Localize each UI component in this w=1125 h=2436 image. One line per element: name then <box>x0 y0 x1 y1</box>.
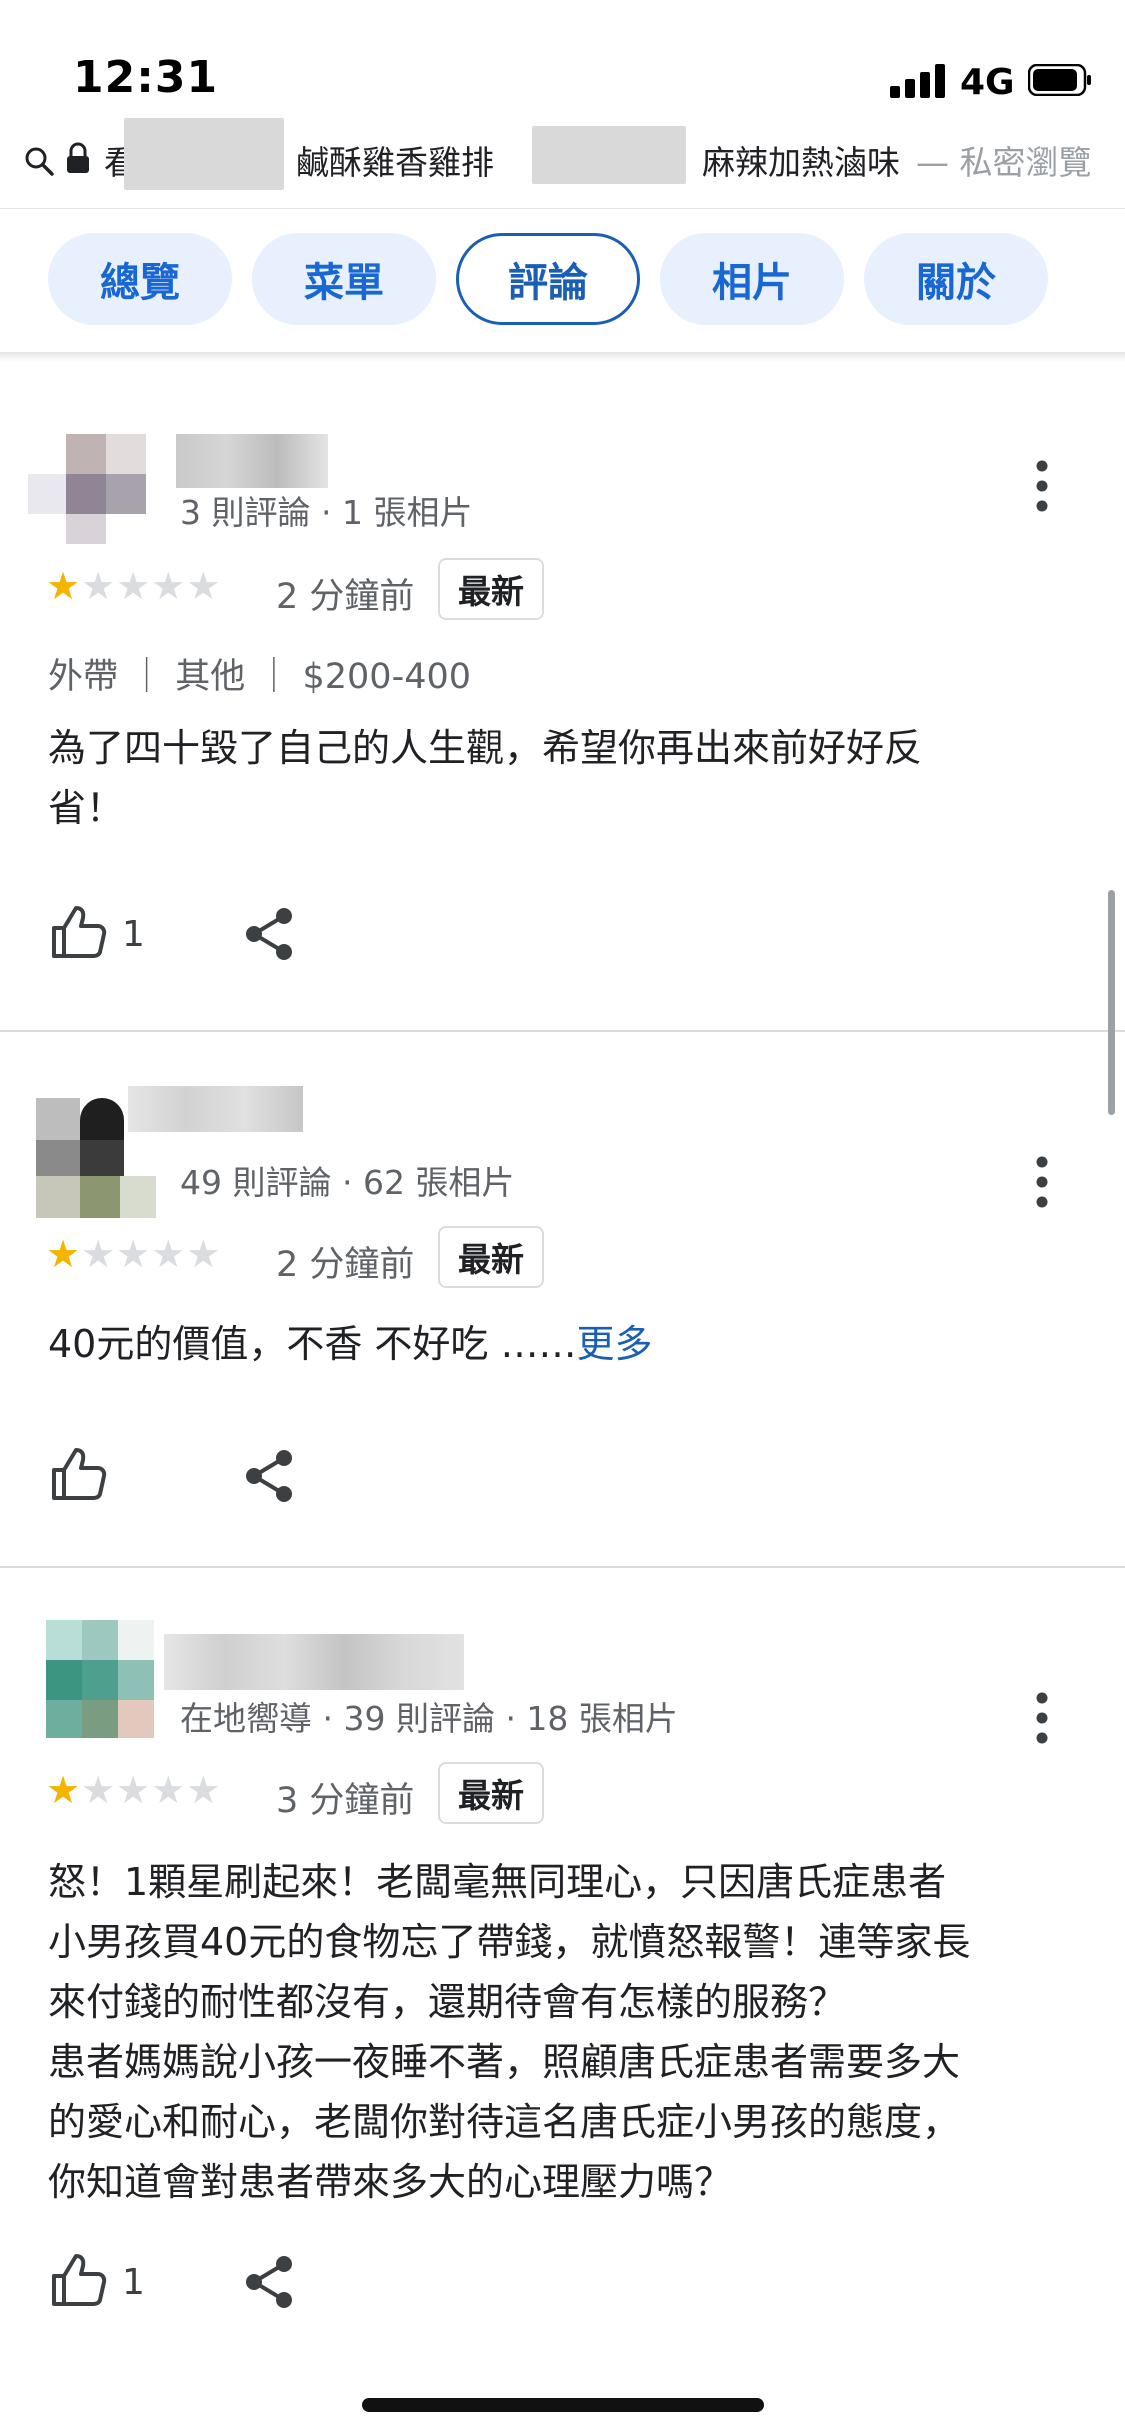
review-time: 2 分鐘前 <box>276 1245 415 1285</box>
star-filled-icon: ★ <box>46 564 82 608</box>
more-vert-icon[interactable] <box>1022 1152 1062 1212</box>
tab-photos[interactable]: 相片 <box>660 233 844 325</box>
review-card: 49 則評論 · 62 張相片 ★★★★★ 2 分鐘前 最新 40元的價值，不香… <box>0 1032 1125 1566</box>
network-type: 4G <box>960 62 1015 103</box>
battery-icon <box>1028 64 1091 96</box>
more-link[interactable]: 更多 <box>577 1322 653 1366</box>
star-empty-icon: ★★★★ <box>81 564 222 608</box>
review-text-line: 的愛心和耐心，老闆你對待這名唐氏症小男孩的態度， <box>48 2100 961 2144</box>
reviewer-meta: 在地嚮導 · 39 則評論 · 18 張相片 <box>180 1699 678 1738</box>
review-text: 怒！1顆星刷起來！老闆毫無同理心，只因唐氏症患者 小男孩買40元的食物忘了帶錢，… <box>48 1852 1088 2212</box>
thumbs-up-icon[interactable] <box>48 2250 108 2310</box>
redacted-url-segment <box>532 126 686 184</box>
review-tags: 外帶 ｜ 其他 ｜ $200-400 <box>48 657 472 697</box>
tab-overview[interactable]: 總覽 <box>48 233 232 325</box>
review-text: 40元的價值，不香 不好吃 ……更多 <box>48 1314 1048 1374</box>
review-text-line: 省！ <box>48 786 125 830</box>
reviewer-name[interactable] <box>128 1086 303 1132</box>
tabs-divider <box>0 352 1125 362</box>
review-text-line: 來付錢的耐性都沒有，還期待會有怎樣的服務？ <box>48 1980 847 2024</box>
share-icon[interactable] <box>242 906 298 962</box>
cellular-signal-icon <box>890 64 945 98</box>
star-filled-icon: ★ <box>46 1232 82 1276</box>
reviewer-name[interactable] <box>176 434 328 488</box>
review-time: 3 分鐘前 <box>276 1781 415 1821</box>
tab-reviews[interactable]: 評論 <box>456 233 640 325</box>
review-text-line: 小男孩買40元的食物忘了帶錢，就憤怒報警！連等家長 <box>48 1920 971 1964</box>
review-time: 2 分鐘前 <box>276 577 415 617</box>
reviewer-name[interactable] <box>164 1634 464 1690</box>
more-vert-icon[interactable] <box>1022 456 1062 516</box>
review-card: 在地嚮導 · 39 則評論 · 18 張相片 ★★★★★ 3 分鐘前 最新 怒！… <box>0 1568 1125 2408</box>
place-tabs: 總覽 菜單 評論 相片 關於 <box>0 208 1125 349</box>
reviewer-meta: 3 則評論 · 1 張相片 <box>180 493 473 532</box>
tab-menu[interactable]: 菜單 <box>252 233 436 325</box>
url-text-store-name: 鹹酥雞香雞排 <box>296 143 494 182</box>
reviewer-meta: 49 則評論 · 62 張相片 <box>180 1163 515 1202</box>
thumbs-up-icon[interactable] <box>48 902 108 962</box>
review-text-line: 怒！1顆星刷起來！老闆毫無同理心，只因唐氏症患者 <box>48 1860 947 1904</box>
star-filled-icon: ★ <box>46 1768 82 1812</box>
share-icon[interactable] <box>242 2254 298 2310</box>
url-bar[interactable]: 看 鹹酥雞香雞排 麻辣加熱滷味 — 私密瀏覽 <box>0 118 1125 192</box>
lock-icon <box>67 142 89 173</box>
avatar[interactable] <box>46 1620 154 1738</box>
more-vert-icon[interactable] <box>1022 1688 1062 1748</box>
private-browsing-label: — 私密瀏覽 <box>916 143 1092 182</box>
scrollbar[interactable] <box>1108 890 1115 1115</box>
star-rating: ★★★★★ <box>46 1232 221 1276</box>
like-count: 1 <box>122 2262 145 2303</box>
new-badge: 最新 <box>438 1226 544 1288</box>
review-text: 為了四十毀了自己的人生觀，希望你再出來前好好反 省！ <box>48 718 1048 838</box>
redacted-url-segment <box>124 118 284 190</box>
review-text-line: 患者媽媽說小孩一夜睡不著，照顧唐氏症患者需要多大 <box>48 2040 961 2084</box>
avatar[interactable] <box>28 434 148 554</box>
new-badge: 最新 <box>438 558 544 620</box>
review-text-line: 為了四十毀了自己的人生觀，希望你再出來前好好反 <box>48 726 923 770</box>
home-indicator[interactable] <box>362 2398 764 2412</box>
search-icon <box>25 147 54 176</box>
review-text-line: 40元的價值，不香 不好吃 …… <box>48 1322 577 1366</box>
star-rating: ★★★★★ <box>46 1768 221 1812</box>
thumbs-up-icon[interactable] <box>48 1444 108 1504</box>
review-card: 3 則評論 · 1 張相片 ★★★★★ 2 分鐘前 最新 外帶 ｜ 其他 ｜ $… <box>0 362 1125 1030</box>
share-icon[interactable] <box>242 1448 298 1504</box>
review-text-line: 你知道會對患者帶來多大的心理壓力嗎？ <box>48 2160 733 2204</box>
url-text-menu: 麻辣加熱滷味 <box>702 143 900 182</box>
star-rating: ★★★★★ <box>46 564 221 608</box>
tab-about[interactable]: 關於 <box>864 233 1048 325</box>
star-empty-icon: ★★★★ <box>81 1232 222 1276</box>
status-time: 12:31 <box>73 52 219 103</box>
new-badge: 最新 <box>438 1762 544 1824</box>
like-count: 1 <box>122 914 145 955</box>
star-empty-icon: ★★★★ <box>81 1768 222 1812</box>
